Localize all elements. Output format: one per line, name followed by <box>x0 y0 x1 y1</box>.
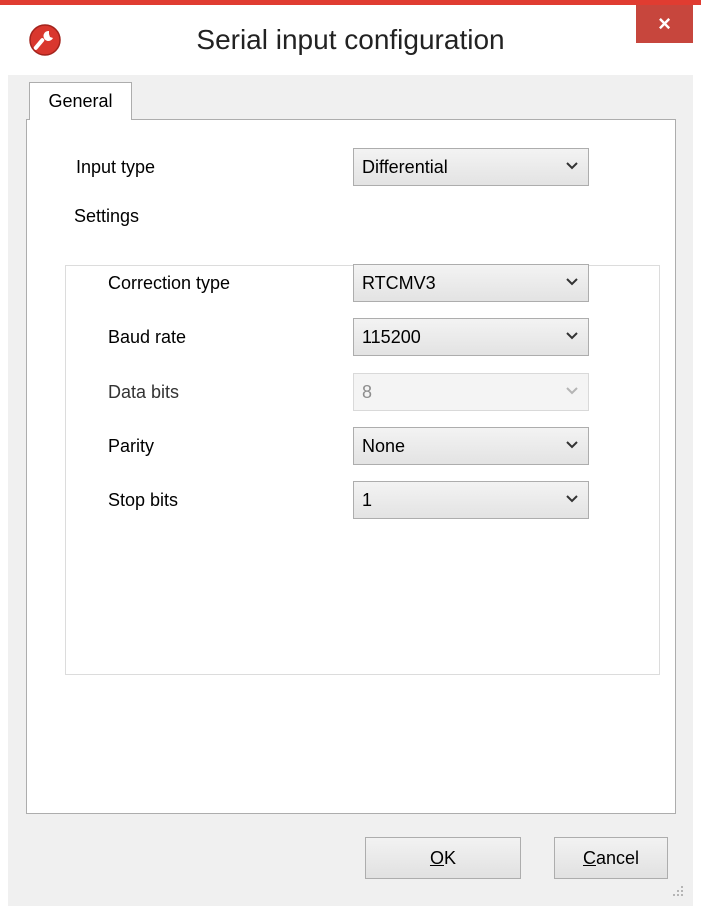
window-border-left <box>0 75 8 906</box>
correction-type-value: RTCMV3 <box>362 273 436 293</box>
dialog-window: Serial input configuration × General Inp… <box>0 0 701 906</box>
stop-bits-label: Stop bits <box>108 490 179 510</box>
ok-mnemonic: O <box>429 847 444 868</box>
correction-type-label: Correction type <box>108 273 231 293</box>
chevron-down-icon <box>566 387 578 395</box>
data-bits-dropdown: 8 <box>353 373 589 411</box>
baud-rate-label: Baud rate <box>108 327 187 347</box>
chevron-down-icon <box>566 495 578 503</box>
input-type-value: Differential <box>362 157 448 177</box>
chevron-down-icon <box>566 332 578 340</box>
input-type-dropdown[interactable]: Differential <box>353 148 589 186</box>
stop-bits-dropdown[interactable]: 1 <box>353 481 589 519</box>
input-type-label: Input type <box>76 157 156 177</box>
ok-label-rest: K <box>444 847 457 868</box>
tab-general[interactable]: General <box>29 82 132 120</box>
window-border-right <box>693 75 701 906</box>
dialog-client-area: General Input type Differential Settings… <box>8 75 693 906</box>
settings-group-title: Settings <box>65 206 146 227</box>
close-icon: × <box>658 11 671 36</box>
baud-rate-value: 115200 <box>362 327 421 347</box>
correction-type-dropdown[interactable]: RTCMV3 <box>353 264 589 302</box>
tab-general-label: General <box>48 91 113 111</box>
general-tab-panel: Input type Differential Settings Correct… <box>26 119 676 814</box>
close-button[interactable]: × <box>636 5 693 43</box>
chevron-down-icon <box>566 441 578 449</box>
ok-button[interactable]: OK <box>365 837 521 879</box>
cancel-button[interactable]: Cancel <box>554 837 668 879</box>
cancel-label-rest: ancel <box>595 847 640 868</box>
window-title: Serial input configuration <box>196 24 505 55</box>
resize-grip-icon[interactable] <box>671 884 685 898</box>
parity-value: None <box>362 436 406 456</box>
chevron-down-icon <box>566 162 578 170</box>
cancel-mnemonic: C <box>582 847 596 868</box>
parity-label: Parity <box>108 436 155 456</box>
data-bits-label: Data bits <box>108 382 180 402</box>
chevron-down-icon <box>566 278 578 286</box>
baud-rate-dropdown[interactable]: 115200 <box>353 318 589 356</box>
data-bits-value: 8 <box>362 382 373 402</box>
parity-dropdown[interactable]: None <box>353 427 589 465</box>
title-bar[interactable]: Serial input configuration × <box>0 5 701 75</box>
stop-bits-value: 1 <box>362 490 373 510</box>
